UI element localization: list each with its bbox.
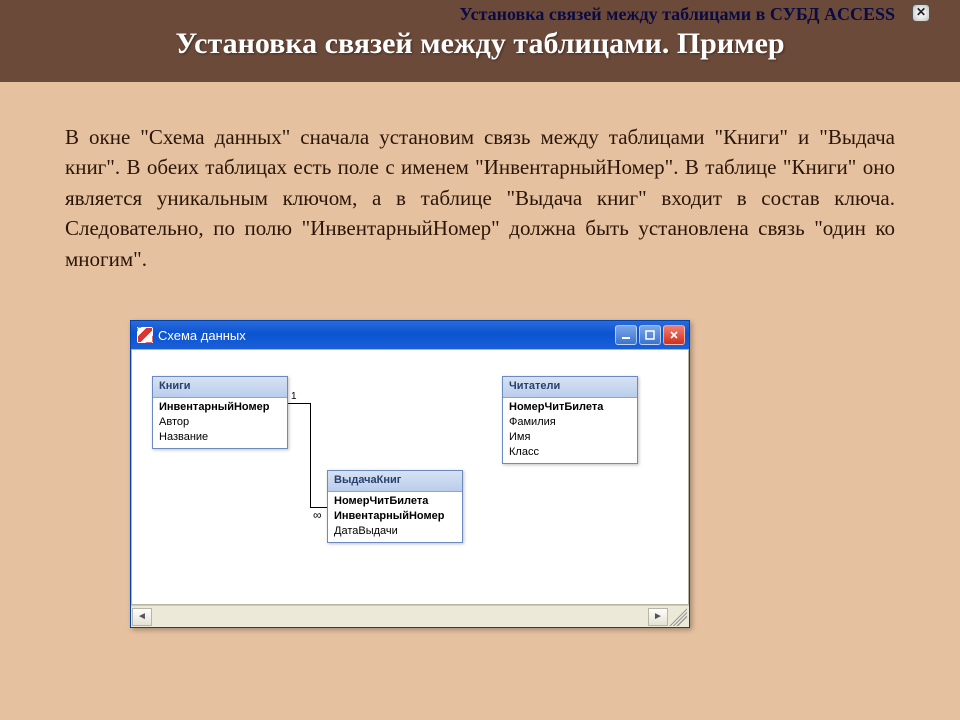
table-books[interactable]: Книги ИнвентарныйНомер Автор Название bbox=[152, 376, 288, 449]
field[interactable]: Класс bbox=[503, 445, 637, 460]
window-title: Схема данных bbox=[158, 328, 246, 343]
content-area: В окне "Схема данных" сначала установим … bbox=[65, 122, 895, 274]
window-close-button[interactable] bbox=[663, 325, 685, 345]
relation-line[interactable] bbox=[310, 403, 311, 507]
app-icon bbox=[137, 327, 153, 343]
relation-one-label: 1 bbox=[291, 391, 297, 402]
table-readers-fields: НомерЧитБилета Фамилия Имя Класс bbox=[503, 398, 637, 463]
resize-grip[interactable] bbox=[669, 608, 687, 626]
scroll-right-button[interactable]: ► bbox=[648, 608, 668, 626]
close-button[interactable]: ✕ bbox=[912, 4, 930, 22]
relation-many-label: ∞ bbox=[313, 508, 322, 522]
field[interactable]: Название bbox=[153, 430, 287, 445]
slide-header: Установка связей между таблицами в СУБД … bbox=[0, 0, 960, 82]
body-paragraph: В окне "Схема данных" сначала установим … bbox=[65, 122, 895, 274]
window-titlebar[interactable]: Схема данных bbox=[131, 321, 689, 349]
table-issue[interactable]: ВыдачаКниг НомерЧитБилета ИнвентарныйНом… bbox=[327, 470, 463, 543]
field[interactable]: ИнвентарныйНомер bbox=[328, 509, 462, 524]
table-readers-title: Читатели bbox=[503, 377, 637, 398]
table-issue-title: ВыдачаКниг bbox=[328, 471, 462, 492]
header-title: Установка связей между таблицами. Пример bbox=[55, 27, 905, 61]
field[interactable]: ДатаВыдачи bbox=[328, 524, 462, 539]
field[interactable]: Автор bbox=[153, 415, 287, 430]
window-statusbar: ◄ ► bbox=[131, 605, 689, 627]
field[interactable]: НомерЧитБилета bbox=[503, 400, 637, 415]
relation-line[interactable] bbox=[288, 403, 310, 404]
field[interactable]: Фамилия bbox=[503, 415, 637, 430]
schema-canvas[interactable]: Книги ИнвентарныйНомер Автор Название Вы… bbox=[131, 349, 689, 605]
access-schema-window: Схема данных Книги ИнвентарныйНомер Авто… bbox=[130, 320, 690, 628]
header-subtitle: Установка связей между таблицами в СУБД … bbox=[55, 4, 905, 25]
table-readers[interactable]: Читатели НомерЧитБилета Фамилия Имя Клас… bbox=[502, 376, 638, 464]
maximize-button[interactable] bbox=[639, 325, 661, 345]
table-books-title: Книги bbox=[153, 377, 287, 398]
minimize-button[interactable] bbox=[615, 325, 637, 345]
field[interactable]: ИнвентарныйНомер bbox=[153, 400, 287, 415]
table-books-fields: ИнвентарныйНомер Автор Название bbox=[153, 398, 287, 448]
field[interactable]: Имя bbox=[503, 430, 637, 445]
scroll-left-button[interactable]: ◄ bbox=[132, 608, 152, 626]
table-issue-fields: НомерЧитБилета ИнвентарныйНомер ДатаВыда… bbox=[328, 492, 462, 542]
field[interactable]: НомерЧитБилета bbox=[328, 494, 462, 509]
